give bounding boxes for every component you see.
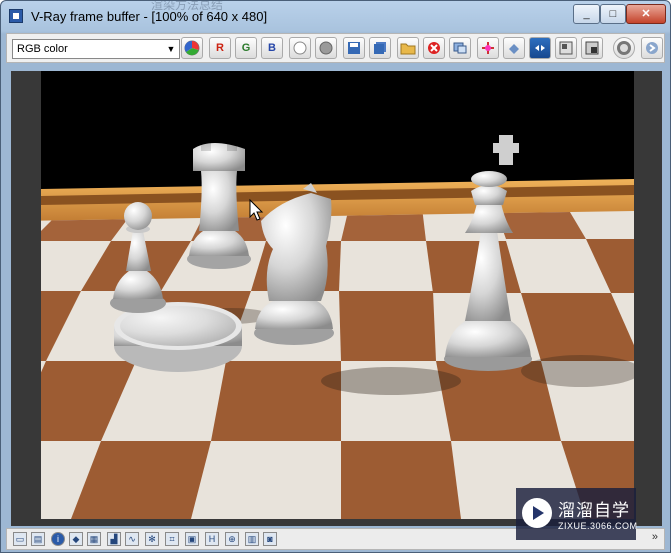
more-icon[interactable]	[641, 37, 663, 59]
green-channel-label: G	[241, 42, 251, 54]
save-all-icon[interactable]	[369, 37, 391, 59]
duplicate-icon[interactable]	[449, 37, 471, 59]
stop-render-icon[interactable]	[613, 37, 635, 59]
play-logo-icon	[522, 498, 552, 528]
chevron-down-icon: ▼	[166, 44, 176, 54]
lut-icon[interactable]	[581, 37, 603, 59]
pixel-info-icon[interactable]	[529, 37, 551, 59]
watermark: 溜溜自学 ZIXUE.3066.COM	[516, 488, 638, 540]
color-picker-icon[interactable]	[181, 37, 203, 59]
red-channel-label: R	[216, 42, 224, 54]
grey-sphere-icon[interactable]	[315, 37, 337, 59]
close-button[interactable]: ✕	[626, 4, 666, 24]
exposure-icon[interactable]: ▣	[185, 532, 199, 546]
overflow-chevron[interactable]: »	[652, 531, 658, 543]
color-correction-icon[interactable]	[555, 37, 577, 59]
color-icon[interactable]: ◆	[69, 532, 83, 546]
hsl-icon[interactable]: H	[205, 532, 219, 546]
info-icon[interactable]: i	[51, 532, 65, 546]
watermark-title: 溜溜自学	[558, 501, 630, 520]
blue-channel-label: B	[268, 42, 276, 54]
balance-icon[interactable]: ⊕	[225, 532, 239, 546]
minimize-button[interactable]: _	[573, 4, 600, 24]
lens-icon[interactable]: ✻	[145, 532, 159, 546]
toolbar: RGB color ▼ R G B	[6, 33, 665, 63]
chess-render	[41, 71, 634, 519]
open-folder-icon[interactable]	[397, 37, 419, 59]
track-mouse-icon[interactable]	[477, 37, 499, 59]
compare-icon[interactable]: ▥	[245, 532, 259, 546]
filter-icon[interactable]: ◙	[263, 532, 277, 546]
title-bar[interactable]: 渲染方法总结 V-Ray frame buffer - [100% of 640…	[1, 1, 670, 31]
green-channel-button[interactable]: G	[235, 37, 257, 59]
watermark-url: ZIXUE.3066.COM	[558, 521, 638, 531]
table-icon[interactable]: ▤	[31, 532, 45, 546]
blue-channel-button[interactable]: B	[261, 37, 283, 59]
channel-select[interactable]: RGB color ▼	[12, 39, 180, 59]
window-icon[interactable]: ▭	[13, 532, 27, 546]
vray-frame-buffer-window: 渲染方法总结 V-Ray frame buffer - [100% of 640…	[0, 0, 671, 553]
history-icon[interactable]: ⌗	[165, 532, 179, 546]
clear-icon[interactable]	[423, 37, 445, 59]
curves-icon[interactable]: ∿	[125, 532, 139, 546]
window-title: V-Ray frame buffer - [100% of 640 x 480]	[31, 9, 268, 24]
white-sphere-icon[interactable]	[289, 37, 311, 59]
save-icon[interactable]	[343, 37, 365, 59]
region-render-icon[interactable]	[503, 37, 525, 59]
levels-icon[interactable]: ▟	[107, 532, 121, 546]
app-icon	[9, 9, 23, 23]
gamma-icon[interactable]: ▦	[87, 532, 101, 546]
red-channel-button[interactable]: R	[209, 37, 231, 59]
channel-select-value: RGB color	[17, 43, 68, 55]
render-viewport[interactable]	[11, 71, 662, 526]
rendered-image[interactable]	[41, 71, 634, 519]
maximize-button[interactable]: □	[600, 4, 626, 24]
